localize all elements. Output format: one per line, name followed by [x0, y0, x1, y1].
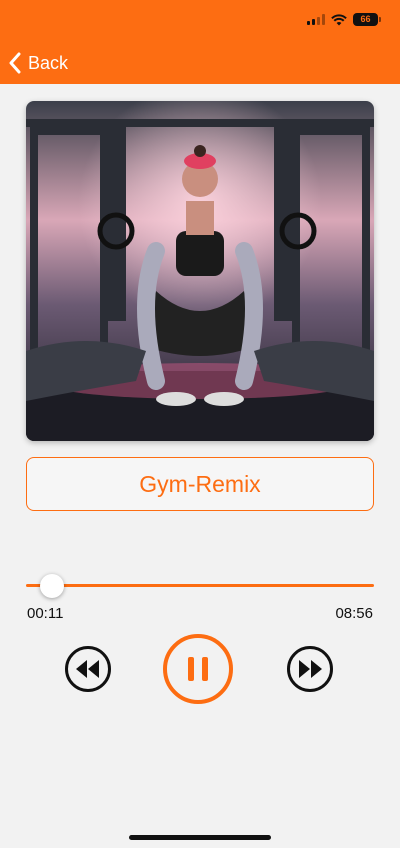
wifi-icon — [331, 13, 347, 25]
home-indicator — [129, 835, 271, 840]
total-duration: 08:56 — [335, 605, 373, 622]
cellular-signal-icon — [307, 14, 325, 25]
fast-forward-button[interactable] — [286, 645, 334, 693]
pause-icon — [163, 634, 233, 704]
header-bar: 66 Back — [0, 0, 400, 84]
progress-thumb[interactable] — [40, 574, 65, 598]
back-button[interactable]: Back — [8, 48, 68, 78]
elapsed-time: 00:11 — [27, 605, 64, 622]
chevron-left-icon — [9, 52, 21, 74]
progress-slider[interactable] — [26, 574, 374, 598]
fast-forward-icon — [287, 646, 333, 692]
progress-track — [26, 584, 374, 587]
album-artwork — [26, 101, 374, 441]
rewind-button[interactable] — [64, 645, 112, 693]
pause-button[interactable] — [162, 633, 234, 705]
track-title-box: Gym-Remix — [26, 457, 374, 511]
track-title: Gym-Remix — [139, 470, 261, 497]
rewind-icon — [65, 646, 111, 692]
back-label: Back — [28, 52, 69, 73]
status-icons: 66 — [307, 13, 381, 26]
status-time — [22, 12, 82, 28]
battery-icon: 66 — [353, 13, 381, 26]
